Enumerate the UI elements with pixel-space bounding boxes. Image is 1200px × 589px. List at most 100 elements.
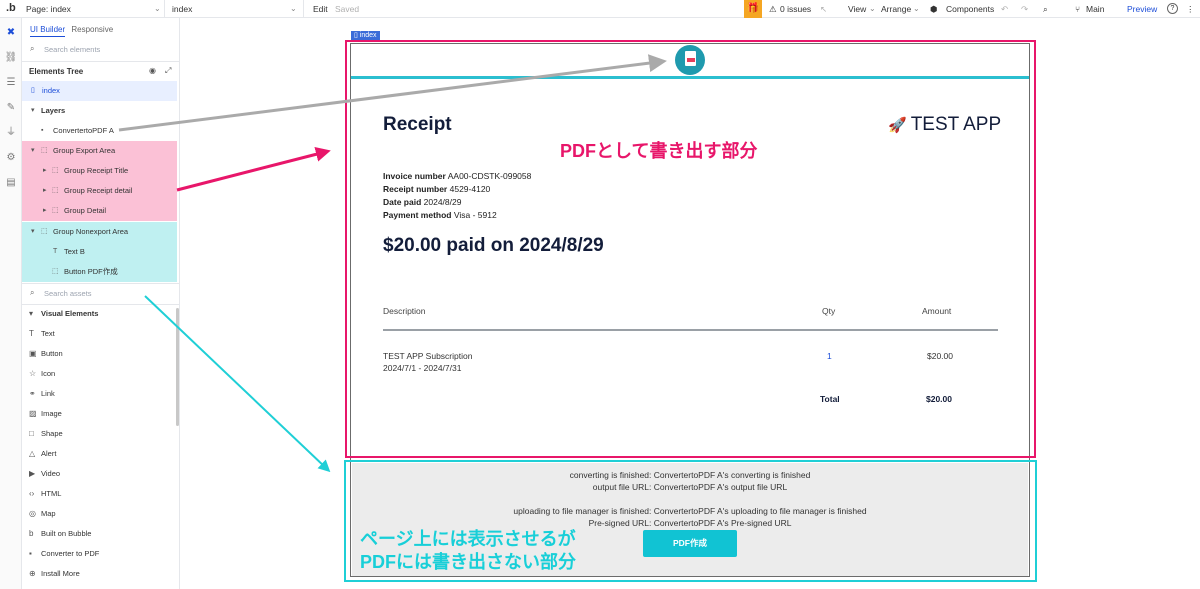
paid-heading: $20.00 paid on 2024/8/29 <box>383 235 604 256</box>
redo-icon[interactable]: ↷ <box>1021 4 1028 15</box>
group-icon: ⬚ <box>52 207 59 214</box>
tree-item-converter[interactable]: ▪ ConvertertoPDF A <box>22 121 177 141</box>
total-amount: $20.00 <box>926 394 952 404</box>
caret-down-icon: ▾ <box>29 309 34 318</box>
gift-icon[interactable]: 🎁 <box>744 0 762 18</box>
caret-right-icon: ▸ <box>43 187 47 194</box>
tree-item-group-receipt-detail[interactable]: ▸ ⬚ Group Receipt detail <box>22 181 177 201</box>
left-icon-rail: ✖ ⛓ ☰ ✎ ⏚ ⚙ ▤ <box>0 18 22 589</box>
col-description: Description <box>383 306 426 316</box>
help-icon[interactable]: ? <box>1167 3 1178 14</box>
button-icon: ⬚ <box>52 268 59 275</box>
shape-icon: □ <box>29 429 34 438</box>
app-brand: 🚀 TEST APP <box>888 114 1002 135</box>
undo-icon[interactable]: ↶ <box>1001 4 1008 15</box>
tree-item-text-b[interactable]: T Text B <box>22 242 177 262</box>
tree-item-button-pdf[interactable]: ⬚ Button PDF作成 <box>22 262 177 282</box>
bubble-logo[interactable]: .b <box>6 2 16 14</box>
file-icon: ▪ <box>29 549 32 558</box>
design-tool-icon[interactable]: ✖ <box>4 26 18 40</box>
preview-button[interactable]: Preview <box>1127 4 1157 14</box>
tree-item-group-detail[interactable]: ▸ ⬚ Group Detail <box>22 201 177 221</box>
status-output-url: output file URL: ConvertertoPDF A's outp… <box>592 482 788 492</box>
eye-icon[interactable]: ◉ <box>149 66 156 75</box>
asset-image[interactable]: ▨ Image <box>29 404 62 424</box>
asset-built-on-bubble[interactable]: b Built on Bubble <box>29 524 91 544</box>
asset-converter-to-pdf[interactable]: ▪ Converter to PDF <box>29 544 99 564</box>
tree-item-group-receipt-title[interactable]: ▸ ⬚ Group Receipt Title <box>22 161 177 181</box>
map-pin-icon: ◎ <box>29 509 36 518</box>
receipt-number: Receipt number 4529-4120 <box>383 184 491 194</box>
asset-shape[interactable]: □ Shape <box>29 424 63 444</box>
asset-link[interactable]: ⚭ Link <box>29 384 55 404</box>
expand-icon[interactable]: ⤢ <box>165 66 171 76</box>
branch-icon: ⑂ <box>1075 4 1081 14</box>
image-icon: ▨ <box>29 409 37 418</box>
payment-method: Payment method Visa - 5912 <box>383 210 497 220</box>
visual-elements-header[interactable]: ▾ Visual Elements <box>29 304 98 324</box>
divider <box>164 0 165 18</box>
search-icon: ⌕ <box>30 288 35 297</box>
pdf-create-button[interactable]: PDF作成 <box>643 530 737 557</box>
item-amount: $20.00 <box>927 351 953 361</box>
asset-install-more[interactable]: ⊕ Install More <box>29 564 80 584</box>
cursor-icon[interactable]: ↖ <box>820 4 827 15</box>
issues-count[interactable]: 0 issues <box>780 4 811 14</box>
asset-text[interactable]: T Text <box>29 324 55 344</box>
asset-map[interactable]: ◎ Map <box>29 504 56 524</box>
caret-down-icon: ▾ <box>31 107 35 114</box>
edit-mode[interactable]: Edit <box>313 4 328 14</box>
search-icon[interactable]: ⌕ <box>1043 4 1048 15</box>
brush-icon[interactable]: ✎ <box>4 101 18 115</box>
bubble-icon: b <box>29 529 34 538</box>
divider <box>22 61 179 62</box>
asset-icon[interactable]: ☆ Icon <box>29 364 55 384</box>
view-menu[interactable]: View <box>848 4 866 14</box>
page-selector[interactable]: Page: index <box>26 4 71 14</box>
tree-item-index[interactable]: ▯ index <box>22 81 177 101</box>
chevron-down-icon[interactable]: ⌄ <box>913 4 920 13</box>
code-icon: ‹› <box>29 489 35 498</box>
database-icon[interactable]: ☰ <box>4 76 18 90</box>
group-icon: ⬚ <box>52 187 59 194</box>
caret-down-icon: ▾ <box>31 228 35 235</box>
asset-button[interactable]: ▣ Button <box>29 344 63 364</box>
search-elements-input[interactable]: ⌕ Search elements <box>28 42 176 58</box>
cube-icon: ⬢ <box>930 4 938 14</box>
saved-status: Saved <box>335 4 360 14</box>
workflow-icon[interactable]: ⛓ <box>4 51 18 65</box>
top-bar: .b Page: index ⌄ index ⌄ Edit Saved 🎁 ⚠ … <box>0 0 1200 18</box>
plus-circle-icon: ⊕ <box>29 569 36 578</box>
asset-alert[interactable]: △ Alert <box>29 444 56 464</box>
page-icon: ▯ <box>31 87 35 94</box>
status-uploading: uploading to file manager is finished: C… <box>513 506 867 516</box>
branch-selector[interactable]: Main <box>1086 4 1104 14</box>
tree-item-group-export[interactable]: ▾ ⬚ Group Export Area <box>22 141 177 161</box>
search-assets-input[interactable]: ⌕ Search assets <box>28 286 176 302</box>
tab-responsive[interactable]: Responsive <box>71 25 113 34</box>
group-icon: ⬚ <box>52 167 59 174</box>
tree-item-layers[interactable]: ▾ Layers <box>22 101 177 121</box>
chevron-down-icon[interactable]: ⌄ <box>290 4 297 13</box>
more-icon[interactable]: ⋮ <box>1186 4 1195 15</box>
asset-video[interactable]: ▶ Video <box>29 464 60 484</box>
plugin-icon[interactable]: ⏚ <box>4 126 18 140</box>
element-selector[interactable]: index <box>172 4 192 14</box>
invoice-number: Invoice number AA00-CDSTK-099058 <box>383 171 532 181</box>
chevron-down-icon[interactable]: ⌄ <box>869 4 876 13</box>
asset-html[interactable]: ‹› HTML <box>29 484 61 504</box>
components-button[interactable]: Components <box>946 4 994 14</box>
arrange-menu[interactable]: Arrange <box>881 4 911 14</box>
rocket-icon: 🚀 <box>888 117 907 134</box>
col-amount: Amount <box>922 306 952 316</box>
panel-scrollbar[interactable] <box>176 308 179 426</box>
tab-ui-builder[interactable]: UI Builder <box>30 25 66 37</box>
logs-icon[interactable]: ▤ <box>4 176 18 190</box>
alert-icon: △ <box>29 449 36 458</box>
tree-item-group-nonexport[interactable]: ▾ ⬚ Group Nonexport Area <box>22 222 177 242</box>
panel-tabs: UI Builder Responsive <box>30 25 113 37</box>
settings-icon[interactable]: ⚙ <box>4 151 18 165</box>
date-paid: Date paid 2024/8/29 <box>383 197 462 207</box>
chevron-down-icon[interactable]: ⌄ <box>154 4 161 13</box>
table-divider <box>383 329 998 331</box>
